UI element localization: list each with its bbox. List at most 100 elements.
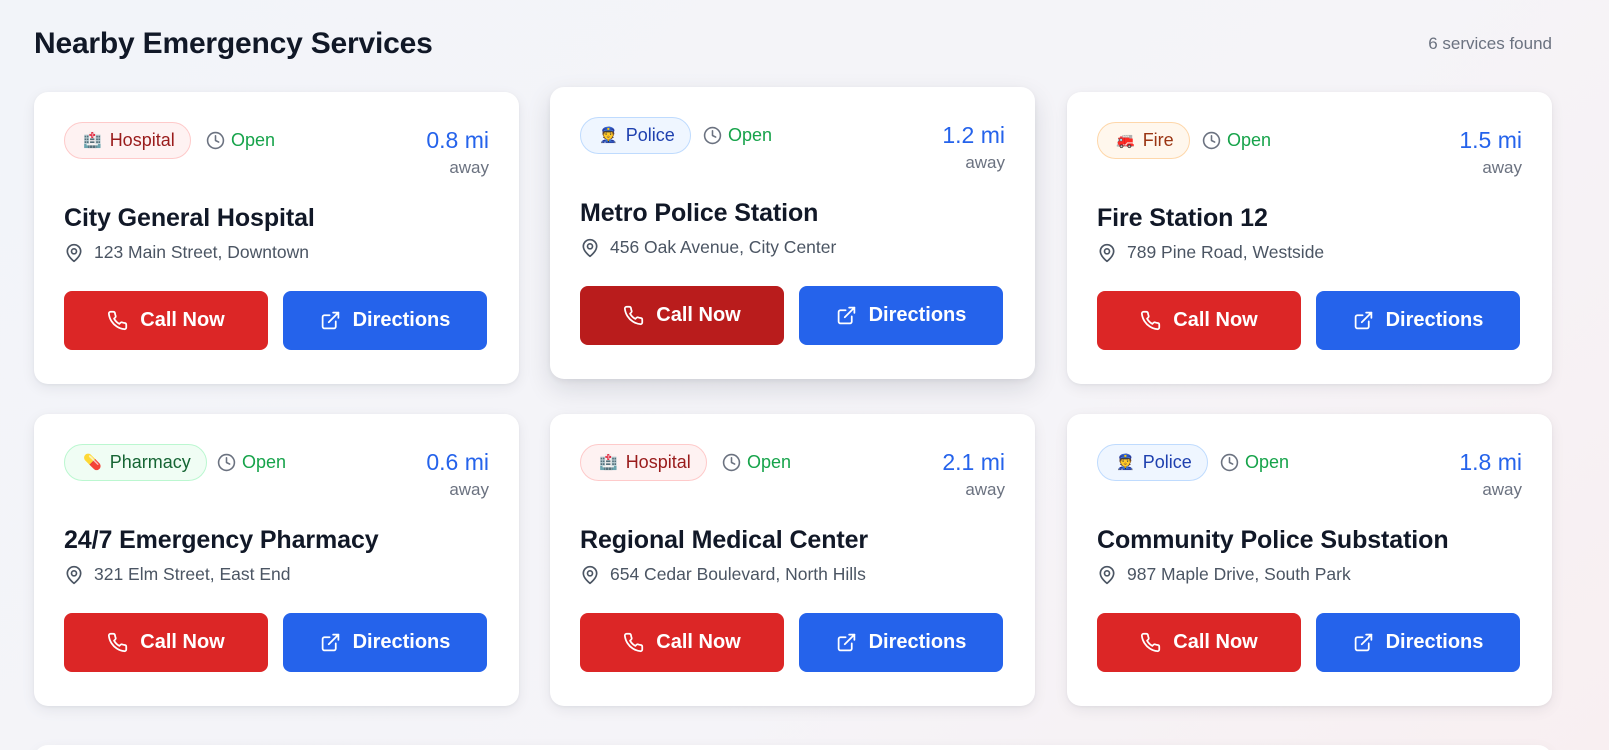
distance-away-label: away xyxy=(1482,480,1522,499)
fire-engine-icon: 🚒 xyxy=(1116,132,1135,149)
distance-value: 2.1 mi xyxy=(942,449,1005,475)
page-title: Nearby Emergency Services xyxy=(34,27,433,60)
address-text: 987 Maple Drive, South Park xyxy=(1127,564,1351,584)
service-card: 🏥 Hospital Open 0.8 mi away City General… xyxy=(34,92,519,384)
call-now-label: Call Now xyxy=(140,309,225,331)
distance-value: 0.8 mi xyxy=(426,127,489,153)
call-now-button[interactable]: Call Now xyxy=(580,613,784,672)
distance: 1.5 mi away xyxy=(1459,126,1522,178)
phone-icon xyxy=(107,632,128,653)
service-name: City General Hospital xyxy=(64,204,315,232)
call-now-button[interactable]: Call Now xyxy=(1097,291,1301,350)
distance-value: 0.6 mi xyxy=(426,449,489,475)
service-name: Community Police Substation xyxy=(1097,526,1449,554)
status-label: Open xyxy=(231,130,276,150)
emergency-services-page: Nearby Emergency Services 6 services fou… xyxy=(0,0,1609,750)
service-card: 💊 Pharmacy Open 0.6 mi away 24/7 Emergen… xyxy=(34,414,519,706)
external-link-icon xyxy=(1353,310,1374,331)
hospital-icon: 🏥 xyxy=(83,132,102,149)
service-address: 987 Maple Drive, South Park xyxy=(1097,564,1351,585)
service-address: 321 Elm Street, East End xyxy=(64,564,291,585)
type-label: Fire xyxy=(1142,130,1174,150)
status-indicator: Open xyxy=(703,117,772,154)
distance-value: 1.2 mi xyxy=(942,122,1005,148)
directions-label: Directions xyxy=(868,631,967,653)
directions-button[interactable]: Directions xyxy=(799,286,1003,345)
directions-label: Directions xyxy=(868,304,967,326)
external-link-icon xyxy=(836,305,857,326)
distance: 1.2 mi away xyxy=(942,121,1005,173)
status-label: Open xyxy=(728,125,773,145)
clock-icon xyxy=(1220,453,1239,472)
service-card: 👮 Police Open 1.8 mi away Community Poli… xyxy=(1067,414,1552,706)
service-card: 🚒 Fire Open 1.5 mi away Fire Station 12 … xyxy=(1067,92,1552,384)
phone-icon xyxy=(623,305,644,326)
map-pin-icon xyxy=(580,565,600,585)
next-panel xyxy=(34,745,1552,750)
call-now-button[interactable]: Call Now xyxy=(64,291,268,350)
pill-icon: 💊 xyxy=(83,454,102,471)
call-now-label: Call Now xyxy=(1173,309,1258,331)
call-now-label: Call Now xyxy=(140,631,225,653)
type-label: Hospital xyxy=(109,130,175,150)
map-pin-icon xyxy=(1097,565,1117,585)
service-address: 654 Cedar Boulevard, North Hills xyxy=(580,564,866,585)
call-now-label: Call Now xyxy=(1173,631,1258,653)
clock-icon xyxy=(206,131,225,150)
distance: 0.6 mi away xyxy=(426,448,489,500)
service-name: Metro Police Station xyxy=(580,199,819,227)
status-label: Open xyxy=(1245,452,1290,472)
police-officer-icon: 👮 xyxy=(599,127,618,144)
directions-button[interactable]: Directions xyxy=(799,613,1003,672)
clock-icon xyxy=(217,453,236,472)
hospital-icon: 🏥 xyxy=(599,454,618,471)
call-now-button[interactable]: Call Now xyxy=(580,286,784,345)
clock-icon xyxy=(722,453,741,472)
directions-button[interactable]: Directions xyxy=(1316,291,1520,350)
service-card: 🏥 Hospital Open 2.1 mi away Regional Med… xyxy=(550,414,1035,706)
status-indicator: Open xyxy=(1220,444,1289,481)
map-pin-icon xyxy=(64,243,84,263)
type-badge: 🏥 Hospital xyxy=(64,122,191,159)
service-name: 24/7 Emergency Pharmacy xyxy=(64,526,379,554)
distance: 2.1 mi away xyxy=(942,448,1005,500)
directions-label: Directions xyxy=(1385,309,1484,331)
service-card: 👮 Police Open 1.2 mi away Metro Police S… xyxy=(550,87,1035,379)
directions-button[interactable]: Directions xyxy=(1316,613,1520,672)
status-label: Open xyxy=(747,452,792,472)
status-label: Open xyxy=(1227,130,1272,150)
page-header: Nearby Emergency Services 6 services fou… xyxy=(34,22,1552,66)
status-indicator: Open xyxy=(206,122,275,159)
external-link-icon xyxy=(320,310,341,331)
distance-away-label: away xyxy=(965,153,1005,172)
distance-away-label: away xyxy=(965,480,1005,499)
type-badge: 👮 Police xyxy=(1097,444,1208,481)
service-name: Fire Station 12 xyxy=(1097,204,1268,232)
distance-away-label: away xyxy=(1482,158,1522,177)
address-text: 789 Pine Road, Westside xyxy=(1127,242,1325,262)
address-text: 321 Elm Street, East End xyxy=(94,564,291,584)
distance-away-label: away xyxy=(449,480,489,499)
type-label: Police xyxy=(625,125,675,145)
distance: 1.8 mi away xyxy=(1459,448,1522,500)
directions-button[interactable]: Directions xyxy=(283,613,487,672)
call-now-label: Call Now xyxy=(656,304,741,326)
type-label: Police xyxy=(1142,452,1192,472)
call-now-button[interactable]: Call Now xyxy=(64,613,268,672)
type-label: Pharmacy xyxy=(109,452,191,472)
distance-away-label: away xyxy=(449,158,489,177)
type-badge: 💊 Pharmacy xyxy=(64,444,207,481)
directions-button[interactable]: Directions xyxy=(283,291,487,350)
type-badge: 🚒 Fire xyxy=(1097,122,1190,159)
map-pin-icon xyxy=(580,238,600,258)
type-badge: 🏥 Hospital xyxy=(580,444,707,481)
service-address: 123 Main Street, Downtown xyxy=(64,242,309,263)
external-link-icon xyxy=(836,632,857,653)
type-badge: 👮 Police xyxy=(580,117,691,154)
call-now-button[interactable]: Call Now xyxy=(1097,613,1301,672)
clock-icon xyxy=(1202,131,1221,150)
status-indicator: Open xyxy=(217,444,286,481)
status-label: Open xyxy=(242,452,287,472)
map-pin-icon xyxy=(1097,243,1117,263)
external-link-icon xyxy=(320,632,341,653)
